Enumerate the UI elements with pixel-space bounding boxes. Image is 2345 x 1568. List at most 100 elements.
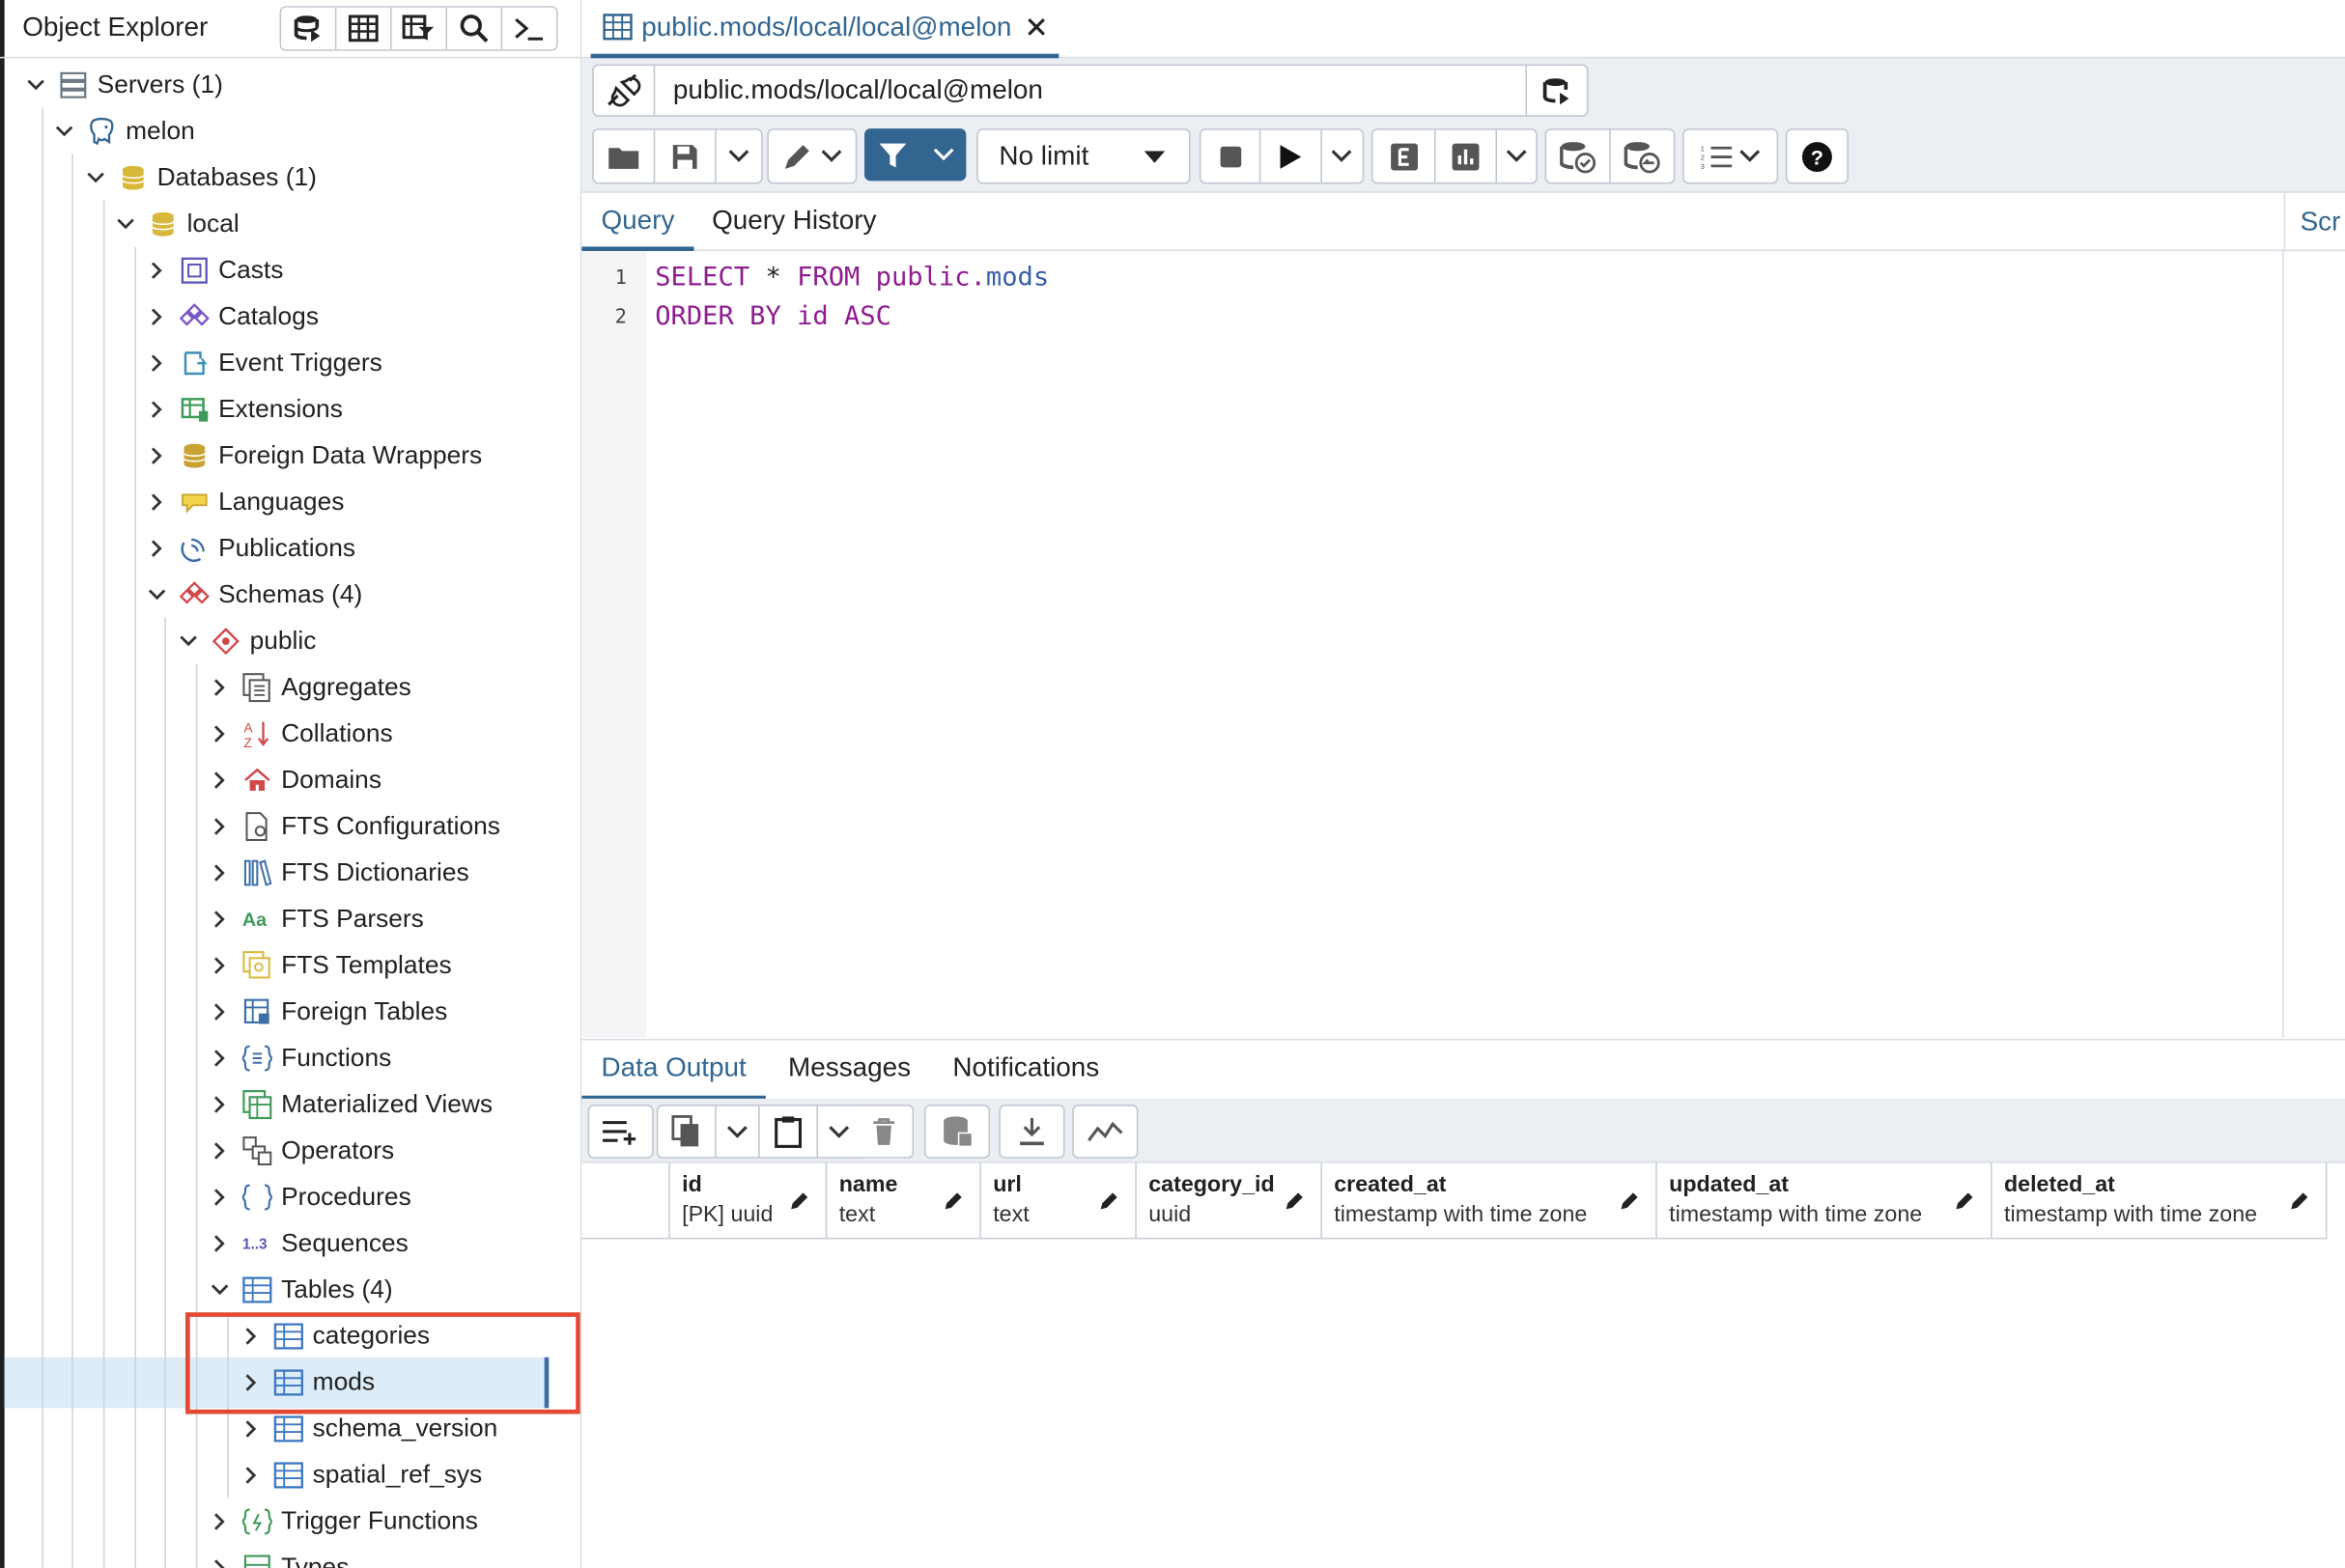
explain-analyze-button[interactable] xyxy=(1436,129,1497,182)
pencil-icon[interactable] xyxy=(1955,1190,1976,1211)
chevron-right-icon[interactable] xyxy=(147,491,168,513)
sql-editor[interactable]: 1 2 SELECT * FROM public.mods ORDER BY i… xyxy=(581,251,2283,1038)
pencil-icon[interactable] xyxy=(1285,1190,1306,1211)
copy-button[interactable] xyxy=(658,1106,717,1158)
chevron-right-icon[interactable] xyxy=(147,352,168,374)
macros-dropdown-button[interactable]: 123 xyxy=(1684,130,1777,182)
column-header-name[interactable]: name text xyxy=(827,1162,981,1238)
tree-node-extensions[interactable]: Extensions xyxy=(147,385,343,432)
tab-query[interactable]: Query xyxy=(581,193,694,252)
pencil-icon[interactable] xyxy=(2290,1190,2311,1211)
paste-button[interactable] xyxy=(760,1106,819,1158)
execute-options-dropdown[interactable] xyxy=(1321,130,1363,182)
column-header-deleted-at[interactable]: deleted_at timestamp with time zone xyxy=(1992,1162,2328,1238)
download-button[interactable] xyxy=(1001,1106,1063,1158)
new-connection-button[interactable] xyxy=(1525,66,1586,116)
view-data-button[interactable] xyxy=(336,7,392,50)
chevron-right-icon[interactable] xyxy=(210,815,231,836)
tree-node-server-melon[interactable]: melon xyxy=(54,107,195,154)
tree-node-schema-public[interactable]: public xyxy=(178,617,316,663)
add-row-button[interactable] xyxy=(589,1106,652,1158)
tree-node-types[interactable]: Types xyxy=(210,1544,349,1568)
chevron-right-icon[interactable] xyxy=(210,723,231,744)
tree-node-casts[interactable]: Casts xyxy=(147,246,283,293)
tree-node-domains[interactable]: Domains xyxy=(210,756,381,802)
filter-button[interactable] xyxy=(864,128,921,181)
chevron-down-icon[interactable] xyxy=(25,74,46,96)
pencil-icon[interactable] xyxy=(1099,1190,1120,1211)
tree-node-languages[interactable]: Languages xyxy=(147,478,344,524)
chevron-right-icon[interactable] xyxy=(210,1510,231,1531)
psql-tool-button[interactable] xyxy=(502,7,557,50)
chevron-down-icon[interactable] xyxy=(115,213,136,235)
tree-node-trigger-functions[interactable]: Trigger Functions xyxy=(210,1498,478,1544)
chevron-right-icon[interactable] xyxy=(210,1556,231,1568)
save-data-button[interactable] xyxy=(926,1106,989,1158)
column-header-created-at[interactable]: created_at timestamp with time zone xyxy=(1322,1162,1657,1238)
chevron-right-icon[interactable] xyxy=(240,1417,262,1439)
tree-node-procedures[interactable]: Procedures xyxy=(210,1173,411,1219)
chevron-down-icon[interactable] xyxy=(147,584,168,605)
chevron-right-icon[interactable] xyxy=(210,1186,231,1207)
explain-button[interactable] xyxy=(1373,129,1436,182)
chevron-right-icon[interactable] xyxy=(147,445,168,466)
scratch-pad-pane[interactable] xyxy=(2282,251,2345,1038)
graph-visualiser-button[interactable] xyxy=(1074,1106,1137,1158)
open-file-button[interactable] xyxy=(594,129,656,182)
execute-button[interactable] xyxy=(1261,129,1322,182)
chevron-right-icon[interactable] xyxy=(210,1093,231,1114)
chevron-right-icon[interactable] xyxy=(210,677,231,698)
tree-node-foreign-tables[interactable]: Foreign Tables xyxy=(210,988,447,1034)
tree-node-fts-templates[interactable]: FTS Templates xyxy=(210,941,452,988)
chevron-right-icon[interactable] xyxy=(210,1047,231,1068)
chevron-right-icon[interactable] xyxy=(210,908,231,929)
stop-button[interactable] xyxy=(1201,129,1261,182)
tree-node-sequences[interactable]: 1..3 Sequences xyxy=(210,1219,409,1266)
chevron-right-icon[interactable] xyxy=(210,861,231,882)
editor-tab[interactable]: public.mods/local/local@melon xyxy=(590,0,1059,59)
filtered-rows-button[interactable] xyxy=(391,7,448,50)
delete-row-button[interactable] xyxy=(856,1106,913,1158)
column-header-url[interactable]: url text xyxy=(981,1162,1137,1238)
tab-data-output[interactable]: Data Output xyxy=(581,1040,766,1101)
tab-messages[interactable]: Messages xyxy=(788,1040,911,1095)
chevron-right-icon[interactable] xyxy=(147,306,168,327)
chevron-down-icon[interactable] xyxy=(178,630,199,652)
query-tool-button[interactable] xyxy=(281,7,337,50)
chevron-right-icon[interactable] xyxy=(147,260,168,281)
chevron-right-icon[interactable] xyxy=(210,1232,231,1253)
explain-options-dropdown[interactable] xyxy=(1496,130,1536,182)
tree-node-fts-dictionaries[interactable]: FTS Dictionaries xyxy=(210,849,469,895)
chevron-right-icon[interactable] xyxy=(240,1464,262,1485)
tree-node-foreign-data-wrappers[interactable]: Foreign Data Wrappers xyxy=(147,432,482,478)
copy-options-dropdown[interactable] xyxy=(717,1106,760,1158)
column-header-updated-at[interactable]: updated_at timestamp with time zone xyxy=(1657,1162,1992,1238)
tree-node-database-local[interactable]: local xyxy=(115,200,240,246)
connection-label[interactable]: public.mods/local/local@melon xyxy=(655,66,1525,115)
search-objects-button[interactable] xyxy=(447,7,503,50)
chevron-down-icon[interactable] xyxy=(85,167,106,188)
close-icon[interactable] xyxy=(1027,16,1048,38)
tree-node-aggregates[interactable]: Aggregates xyxy=(210,663,411,710)
rollback-button[interactable] xyxy=(1610,130,1674,182)
paste-options-dropdown[interactable] xyxy=(818,1106,860,1158)
tree-node-collations[interactable]: AZ Collations xyxy=(210,710,393,756)
tree-node-table-spatial-ref-sys[interactable]: spatial_ref_sys xyxy=(240,1451,482,1498)
edit-dropdown-button[interactable] xyxy=(769,130,856,182)
tab-scratch-pad[interactable]: Scr xyxy=(2283,192,2345,250)
tree-node-functions[interactable]: Functions xyxy=(210,1034,391,1080)
chevron-right-icon[interactable] xyxy=(210,954,231,975)
chevron-right-icon[interactable] xyxy=(210,1139,231,1161)
chevron-down-icon[interactable] xyxy=(210,1278,231,1300)
pencil-icon[interactable] xyxy=(1620,1190,1641,1211)
tree-node-databases[interactable]: Databases (1) xyxy=(85,154,317,200)
chevron-right-icon[interactable] xyxy=(147,399,168,420)
pencil-icon[interactable] xyxy=(944,1190,965,1211)
tree-node-fts-configurations[interactable]: FTS Configurations xyxy=(210,802,500,849)
tree-node-publications[interactable]: Publications xyxy=(147,524,355,571)
help-button[interactable]: ? xyxy=(1787,130,1847,182)
chevron-right-icon[interactable] xyxy=(210,1000,231,1022)
chevron-right-icon[interactable] xyxy=(147,538,168,559)
save-file-button[interactable] xyxy=(655,129,717,182)
tab-notifications[interactable]: Notifications xyxy=(952,1040,1099,1095)
